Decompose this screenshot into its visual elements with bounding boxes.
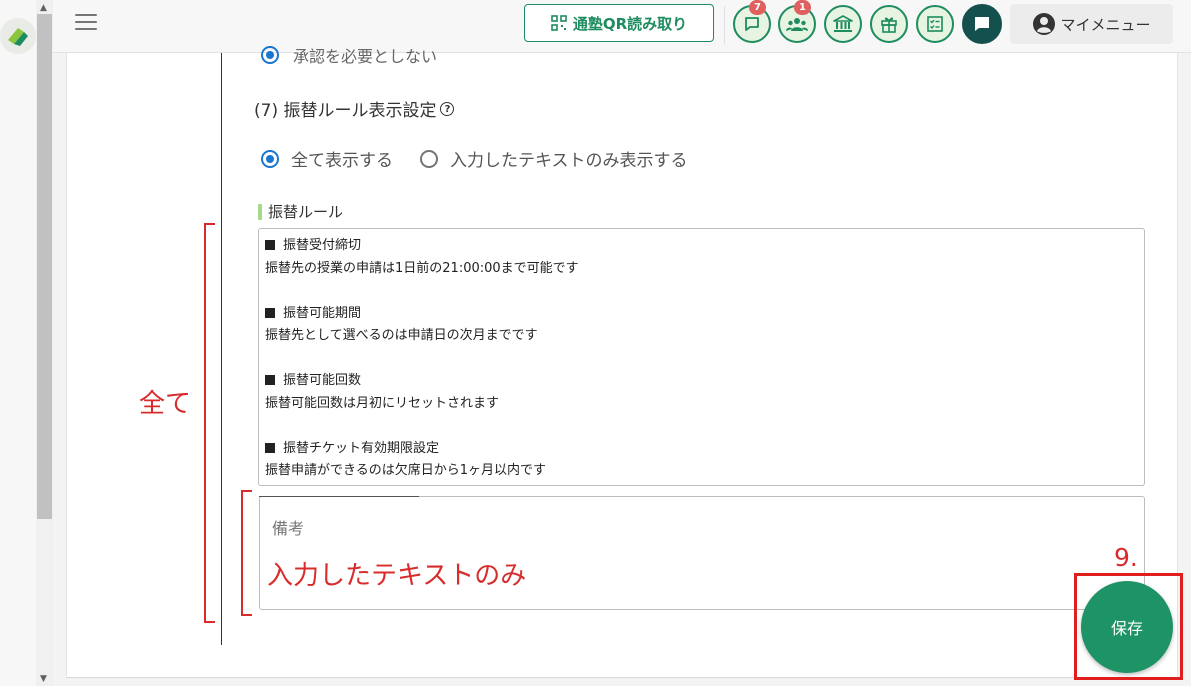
group-people-icon: [786, 18, 808, 31]
annotation-all-label: 全て: [139, 389, 192, 419]
chat-bubble-icon: [745, 17, 759, 31]
show-all-radio[interactable]: [261, 149, 279, 168]
messages-badge: 7: [749, 0, 766, 15]
label-accent-bar: [258, 203, 262, 220]
left-rail: [0, 0, 36, 686]
scroll-up-arrow-icon[interactable]: ▲: [40, 3, 47, 13]
students-button[interactable]: 1: [778, 0, 816, 43]
qr-scan-label: 通塾QR読み取り: [572, 14, 688, 33]
rule-text: 振替先の授業の申請は1日前の21:00:00まで可能です: [265, 260, 579, 276]
my-menu-button[interactable]: マイメニュー: [1010, 4, 1173, 44]
memo-field[interactable]: [259, 496, 1145, 610]
transfer-rules-box: 振替受付締切 振替先の授業の申請は1日前の21:00:00まで可能です 振替可能…: [258, 228, 1145, 486]
hamburger-menu-icon[interactable]: [75, 14, 97, 32]
my-menu-label: マイメニュー: [1060, 15, 1151, 34]
chat-icon: [975, 17, 989, 31]
annotation-input-only-label: 入力したテキストのみ: [267, 561, 527, 591]
scrollbar-thumb[interactable]: [37, 14, 52, 519]
qr-code-icon: [551, 15, 567, 31]
students-badge: 1: [794, 0, 811, 15]
checklist-icon: [927, 16, 943, 32]
approval-option-partial[interactable]: 承認を必要としない: [261, 43, 561, 65]
top-header: 通塾QR読み取り 7 1 マイメニュー: [53, 0, 1191, 53]
annotation-highlight-box: [1074, 573, 1183, 680]
checklist-button[interactable]: [916, 5, 954, 43]
transfer-rules-label-text: 振替ルール: [268, 203, 344, 221]
messages-button[interactable]: 7: [733, 0, 771, 43]
account-circle-icon: [1033, 13, 1056, 35]
building-icon: [833, 15, 853, 32]
option-show-all[interactable]: 全て表示する: [261, 146, 393, 171]
app-logo-icon[interactable]: [0, 18, 36, 54]
vertical-divider: [221, 53, 222, 645]
header-divider: [724, 6, 725, 44]
scroll-down-arrow-icon[interactable]: ▼: [40, 674, 47, 684]
rule-heading: 振替受付締切: [265, 235, 1144, 258]
approval-option-label: 承認を必要としない: [293, 47, 438, 65]
rule-heading: 振替可能回数: [265, 370, 1144, 393]
page-scrollbar[interactable]: ▲ ▼: [36, 0, 53, 686]
help-icon[interactable]: ?: [440, 101, 455, 116]
memo-label: 備考: [272, 519, 305, 538]
annotation-bracket-input-only: [241, 490, 252, 616]
annotation-bracket-all: [204, 223, 215, 623]
option-input-text-only[interactable]: 入力したテキストのみ表示する: [420, 146, 688, 171]
annotation-step-number: 9.: [1114, 543, 1138, 572]
input-text-only-label: 入力したテキストのみ表示する: [450, 151, 688, 171]
rule-text: 振替申請ができるのは欠席日から1ヶ月以内です: [265, 463, 547, 478]
transfer-display-title-text: (7) 振替ルール表示設定: [254, 101, 437, 121]
rule-heading: 振替チケット有効期限設定: [265, 438, 1144, 461]
qr-scan-button[interactable]: 通塾QR読み取り: [524, 4, 714, 42]
rule-text: 振替先として選べるのは申請日の次月までです: [265, 328, 538, 343]
transfer-rules-label: 振替ルール: [258, 201, 343, 222]
approval-radio[interactable]: [261, 46, 279, 64]
chat-button[interactable]: [962, 4, 1002, 44]
school-button[interactable]: [824, 5, 862, 43]
rule-heading: 振替可能期間: [265, 303, 1144, 326]
input-text-only-radio[interactable]: [420, 149, 438, 168]
memo-focus-line: [259, 496, 419, 497]
gift-button[interactable]: [870, 5, 908, 43]
rule-text: 振替可能回数は月初にリセットされます: [265, 395, 500, 411]
show-all-label: 全て表示する: [291, 151, 393, 171]
transfer-display-title: (7) 振替ルール表示設定 ?: [254, 96, 455, 121]
gift-icon: [881, 17, 897, 33]
